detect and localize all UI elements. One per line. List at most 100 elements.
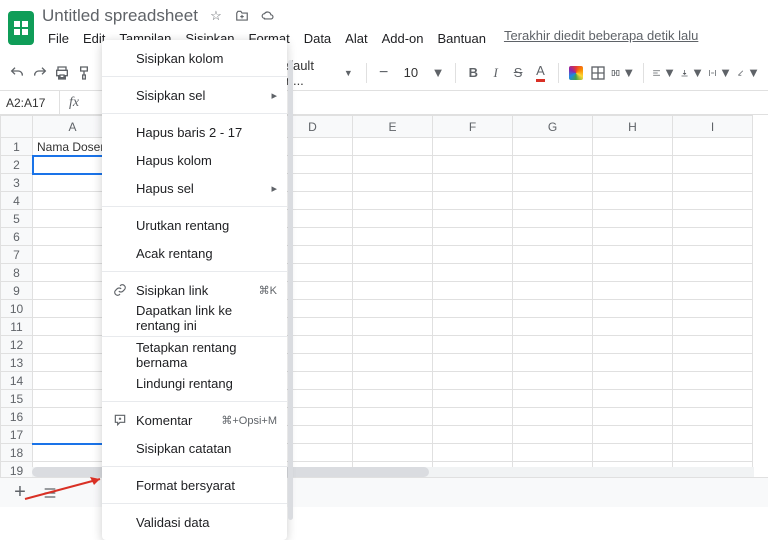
menu-file[interactable]: File (42, 28, 75, 49)
cell-G10[interactable] (513, 300, 593, 318)
cell-F1[interactable] (433, 138, 513, 156)
font-size-decrease[interactable]: − (375, 61, 393, 85)
row-header-1[interactable]: 1 (1, 138, 33, 156)
cell-E12[interactable] (353, 336, 433, 354)
strikethrough-button[interactable]: S (509, 61, 527, 85)
cell-F12[interactable] (433, 336, 513, 354)
row-header-4[interactable]: 4 (1, 192, 33, 210)
cell-H1[interactable] (593, 138, 673, 156)
row-header-9[interactable]: 9 (1, 282, 33, 300)
cell-H17[interactable] (593, 426, 673, 444)
cell-I2[interactable] (673, 156, 753, 174)
cell-I14[interactable] (673, 372, 753, 390)
menu-addons[interactable]: Add-on (376, 28, 430, 49)
cell-A15[interactable] (33, 390, 113, 408)
menu-item-lindungi-rentang[interactable]: Lindungi rentang (102, 369, 287, 397)
menu-item-sisipkan-kolom[interactable]: Sisipkan kolom (102, 44, 287, 72)
cell-E13[interactable] (353, 354, 433, 372)
cell-A13[interactable] (33, 354, 113, 372)
cell-F2[interactable] (433, 156, 513, 174)
row-header-17[interactable]: 17 (1, 426, 33, 444)
row-header-16[interactable]: 16 (1, 408, 33, 426)
text-color-button[interactable]: A (531, 61, 549, 85)
menu-item-dapatkan-link-ke-rentang-ini[interactable]: Dapatkan link ke rentang ini (102, 304, 287, 332)
cell-A9[interactable] (33, 282, 113, 300)
print-button[interactable] (53, 61, 71, 85)
cell-I4[interactable] (673, 192, 753, 210)
cell-A10[interactable] (33, 300, 113, 318)
cell-E16[interactable] (353, 408, 433, 426)
merge-button[interactable]: ▼ (611, 61, 635, 85)
menu-data[interactable]: Data (298, 28, 337, 49)
bold-button[interactable]: B (464, 61, 482, 85)
cell-E3[interactable] (353, 174, 433, 192)
menu-item-acak-rentang[interactable]: Acak rentang (102, 239, 287, 267)
cell-F6[interactable] (433, 228, 513, 246)
cell-A14[interactable] (33, 372, 113, 390)
menu-item-urutkan-rentang[interactable]: Urutkan rentang (102, 211, 287, 239)
cell-A6[interactable] (33, 228, 113, 246)
cell-I16[interactable] (673, 408, 753, 426)
cell-A3[interactable] (33, 174, 113, 192)
row-header-11[interactable]: 11 (1, 318, 33, 336)
cell-G2[interactable] (513, 156, 593, 174)
col-header-A[interactable]: A (33, 116, 113, 138)
cell-A1[interactable]: Nama Dosen (33, 138, 113, 156)
cell-I1[interactable] (673, 138, 753, 156)
cell-G5[interactable] (513, 210, 593, 228)
select-all-corner[interactable] (1, 116, 33, 138)
cell-F9[interactable] (433, 282, 513, 300)
cell-G14[interactable] (513, 372, 593, 390)
cell-G3[interactable] (513, 174, 593, 192)
valign-button[interactable]: ▼ (680, 61, 704, 85)
italic-button[interactable]: I (486, 61, 504, 85)
cell-E6[interactable] (353, 228, 433, 246)
cell-I18[interactable] (673, 444, 753, 462)
cell-A18[interactable] (33, 444, 113, 462)
cell-H4[interactable] (593, 192, 673, 210)
cell-A7[interactable] (33, 246, 113, 264)
last-edit-link[interactable]: Terakhir diedit beberapa detik lalu (504, 28, 698, 49)
cell-G16[interactable] (513, 408, 593, 426)
cell-I13[interactable] (673, 354, 753, 372)
cell-I9[interactable] (673, 282, 753, 300)
col-header-H[interactable]: H (593, 116, 673, 138)
menu-item-hapus-baris-2-17[interactable]: Hapus baris 2 - 17 (102, 118, 287, 146)
col-header-E[interactable]: E (353, 116, 433, 138)
all-sheets-button[interactable] (38, 481, 62, 505)
menu-item-format-bersyarat[interactable]: Format bersyarat (102, 471, 287, 499)
paint-format-button[interactable] (75, 61, 93, 85)
cell-G18[interactable] (513, 444, 593, 462)
cell-H16[interactable] (593, 408, 673, 426)
redo-button[interactable] (30, 61, 48, 85)
cell-E14[interactable] (353, 372, 433, 390)
move-icon[interactable] (234, 8, 250, 24)
cell-E1[interactable] (353, 138, 433, 156)
add-sheet-button[interactable]: + (8, 481, 32, 505)
cell-A12[interactable] (33, 336, 113, 354)
cell-F7[interactable] (433, 246, 513, 264)
cell-I8[interactable] (673, 264, 753, 282)
row-header-7[interactable]: 7 (1, 246, 33, 264)
row-header-10[interactable]: 10 (1, 300, 33, 318)
cell-H7[interactable] (593, 246, 673, 264)
font-size-increase[interactable]: ▼ (429, 61, 447, 85)
col-header-F[interactable]: F (433, 116, 513, 138)
menu-item-hapus-sel[interactable]: Hapus sel▸ (102, 174, 287, 202)
cell-H6[interactable] (593, 228, 673, 246)
cell-E7[interactable] (353, 246, 433, 264)
cell-F16[interactable] (433, 408, 513, 426)
cell-H13[interactable] (593, 354, 673, 372)
cell-I12[interactable] (673, 336, 753, 354)
cell-A5[interactable] (33, 210, 113, 228)
menu-item-sisipkan-link[interactable]: Sisipkan link⌘K (102, 276, 287, 304)
cell-G13[interactable] (513, 354, 593, 372)
cell-I17[interactable] (673, 426, 753, 444)
cell-I15[interactable] (673, 390, 753, 408)
cell-A4[interactable] (33, 192, 113, 210)
cell-H11[interactable] (593, 318, 673, 336)
cell-G6[interactable] (513, 228, 593, 246)
cell-F15[interactable] (433, 390, 513, 408)
cell-G7[interactable] (513, 246, 593, 264)
star-icon[interactable]: ☆ (208, 8, 224, 24)
